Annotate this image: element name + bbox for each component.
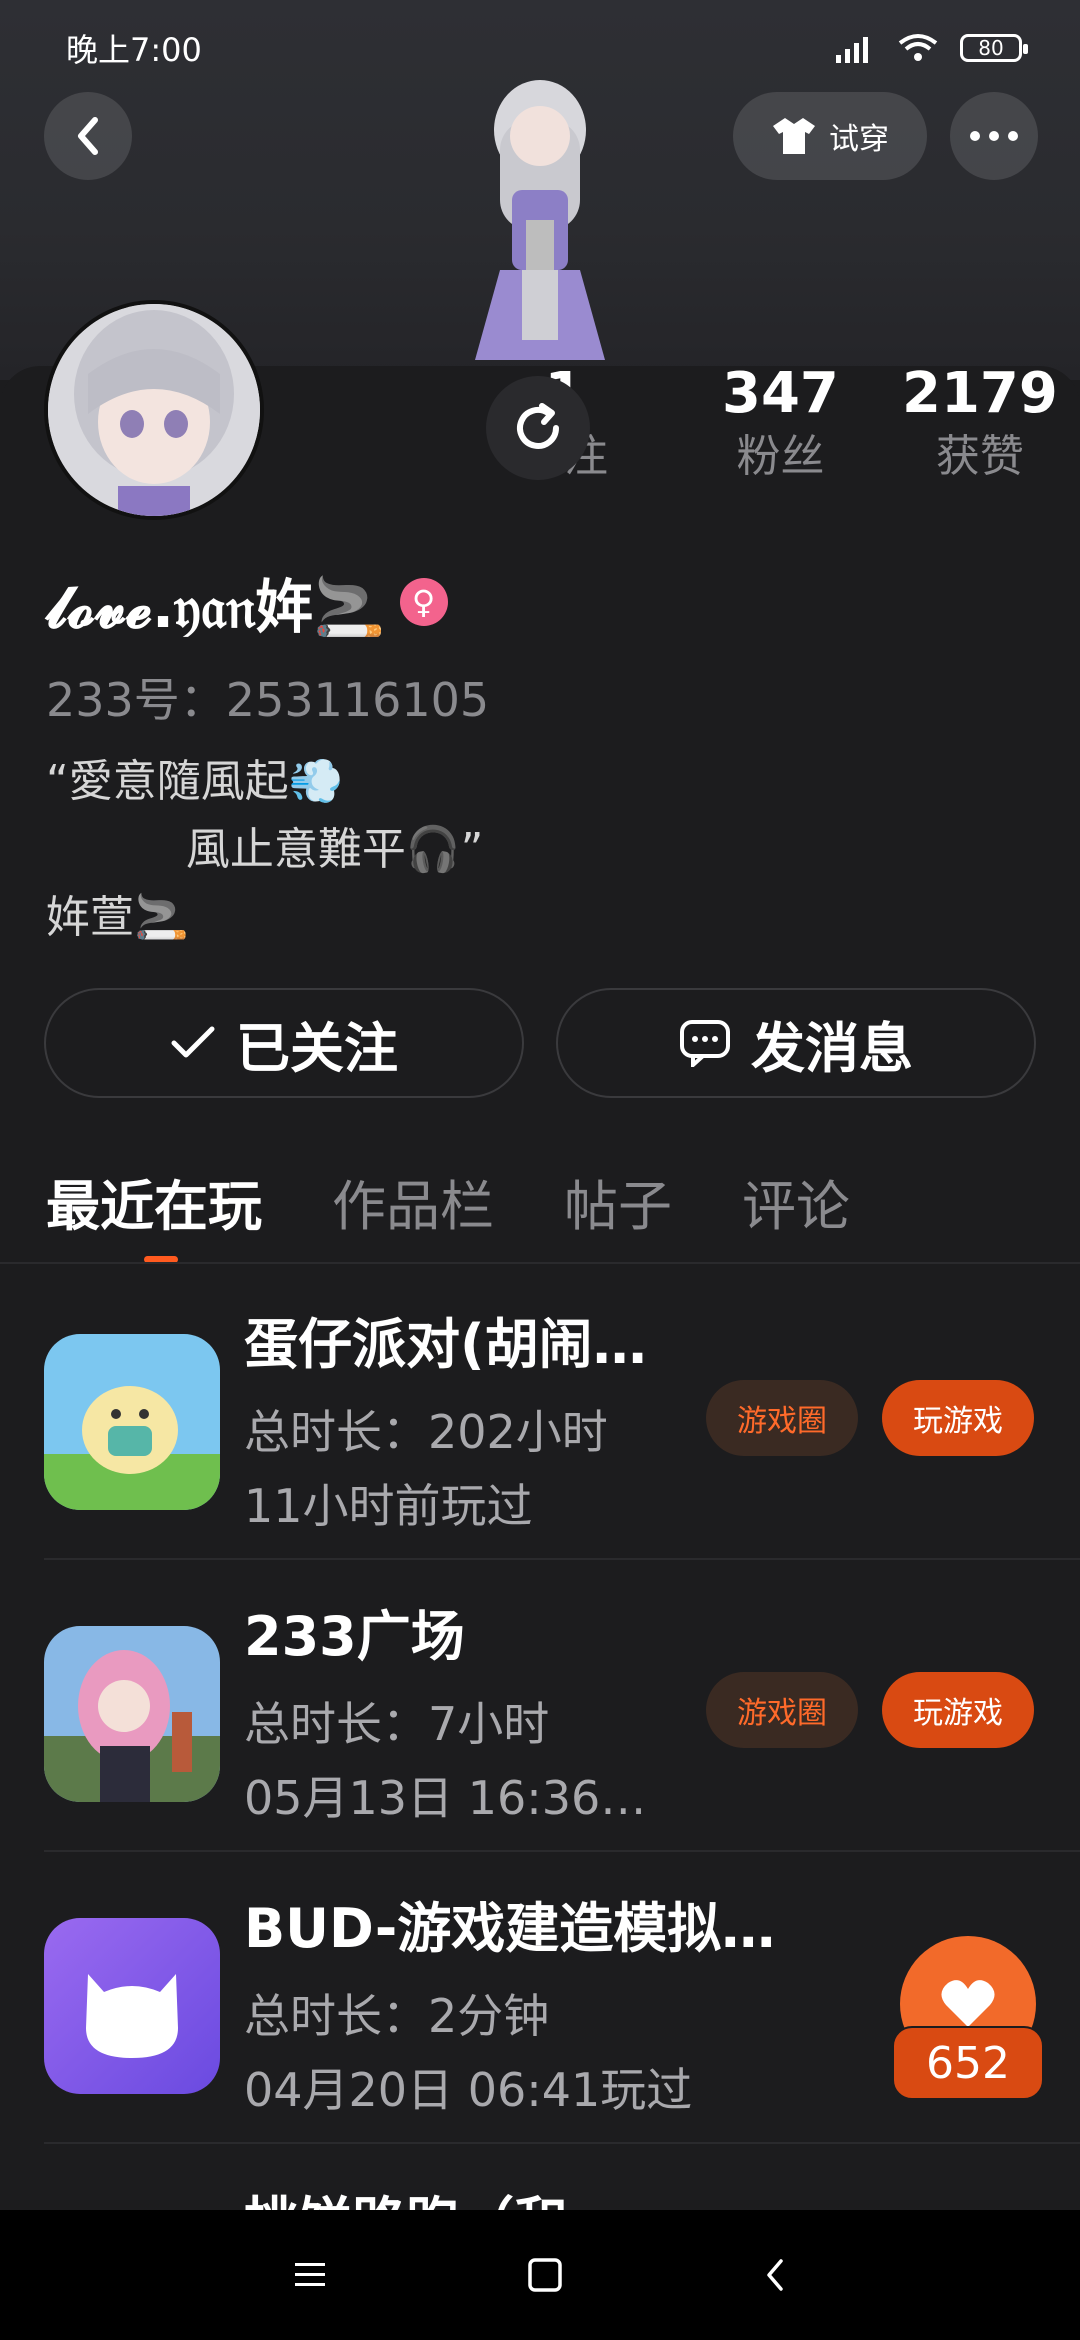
- wifi-icon: [898, 34, 938, 61]
- game-duration: 总时长：2分钟: [244, 1989, 550, 2043]
- refresh-button[interactable]: [486, 376, 590, 480]
- tab-recently-played[interactable]: 最近在玩: [46, 1162, 262, 1263]
- list-item[interactable]: BUD-游戏建造模拟… 总时长：2分钟 04月20日 06:41玩过: [44, 1884, 1080, 2144]
- tab-posts[interactable]: 帖子: [564, 1162, 672, 1241]
- back-icon[interactable]: [763, 2257, 787, 2293]
- game-last-played: 05月13日 16:36…: [244, 1771, 647, 1825]
- signal-icon: [836, 37, 868, 63]
- divider: [44, 1558, 1080, 1560]
- game-icon: [44, 1626, 220, 1802]
- chevron-left-icon: [78, 117, 98, 155]
- game-icon: [44, 1918, 220, 2094]
- play-game-button[interactable]: 玩游戏: [882, 1380, 1034, 1456]
- send-message-button[interactable]: 发消息: [556, 988, 1036, 1098]
- like-count-badge: 652: [892, 2026, 1044, 2100]
- profile-tabs: 最近在玩 作品栏 帖子 评论: [46, 1162, 920, 1263]
- divider: [44, 2142, 1080, 2144]
- game-circle-button[interactable]: 游戏圈: [706, 1672, 858, 1748]
- tab-comments[interactable]: 评论: [742, 1162, 850, 1241]
- back-button[interactable]: [44, 92, 132, 180]
- nickname: 𝓵𝓸𝓿𝓮.𝔶𝔞𝔫姩🚬 ♀: [46, 560, 448, 644]
- check-icon: [171, 1026, 215, 1058]
- bio: “愛意隨風起💨 風止意難平🎧” 姩萱🚬: [46, 756, 484, 943]
- game-icon: [44, 1334, 220, 1510]
- heart-icon: [941, 1980, 995, 2027]
- list-item[interactable]: 233广场 总时长：7小时 05月13日 16:36… 游戏圈 玩游戏: [44, 1592, 1080, 1852]
- stat-likes[interactable]: 2179 获赞: [902, 360, 1058, 484]
- tab-works[interactable]: 作品栏: [332, 1162, 494, 1241]
- system-nav-bar: [0, 2210, 1080, 2340]
- game-title: BUD-游戏建造模拟…: [244, 1897, 776, 1960]
- list-item-partial: 桃饼路跑（和: [244, 2186, 844, 2210]
- game-circle-button[interactable]: 游戏圈: [706, 1380, 858, 1456]
- more-button[interactable]: [950, 92, 1038, 180]
- stat-followers[interactable]: 347 粉丝: [722, 360, 839, 484]
- menu-icon[interactable]: [293, 2260, 327, 2290]
- avatar-3d-character[interactable]: [430, 70, 650, 370]
- shirt-icon: [773, 118, 815, 154]
- home-icon[interactable]: [527, 2257, 563, 2293]
- followed-button[interactable]: 已关注: [44, 988, 524, 1098]
- battery-icon: 80: [960, 34, 1028, 62]
- game-title: 233广场: [244, 1605, 465, 1668]
- list-item[interactable]: 蛋仔派对(胡闹… 总时长：202小时 11小时前玩过 游戏圈 玩游戏: [44, 1300, 1080, 1560]
- divider: [44, 1850, 1080, 1852]
- avatar-image: [48, 304, 260, 516]
- game-title: 蛋仔派对(胡闹…: [244, 1313, 647, 1376]
- more-dots-icon: [970, 131, 1018, 141]
- game-last-played: 11小时前玩过: [244, 1479, 533, 1533]
- chat-bubble-icon: [680, 1020, 730, 1067]
- play-game-button[interactable]: 玩游戏: [882, 1672, 1034, 1748]
- avatar[interactable]: [44, 300, 264, 520]
- female-gender-icon: ♀: [399, 578, 448, 626]
- try-on-button[interactable]: 试穿: [733, 92, 927, 180]
- game-duration: 总时长：202小时: [244, 1405, 608, 1459]
- game-duration: 总时长：7小时: [244, 1697, 550, 1751]
- user-id: 233号：253116105: [46, 673, 490, 727]
- game-last-played: 04月20日 06:41玩过: [244, 2063, 693, 2117]
- refresh-icon: [517, 403, 559, 449]
- status-time: 晚上7:00: [66, 31, 202, 69]
- divider: [0, 1262, 1080, 1264]
